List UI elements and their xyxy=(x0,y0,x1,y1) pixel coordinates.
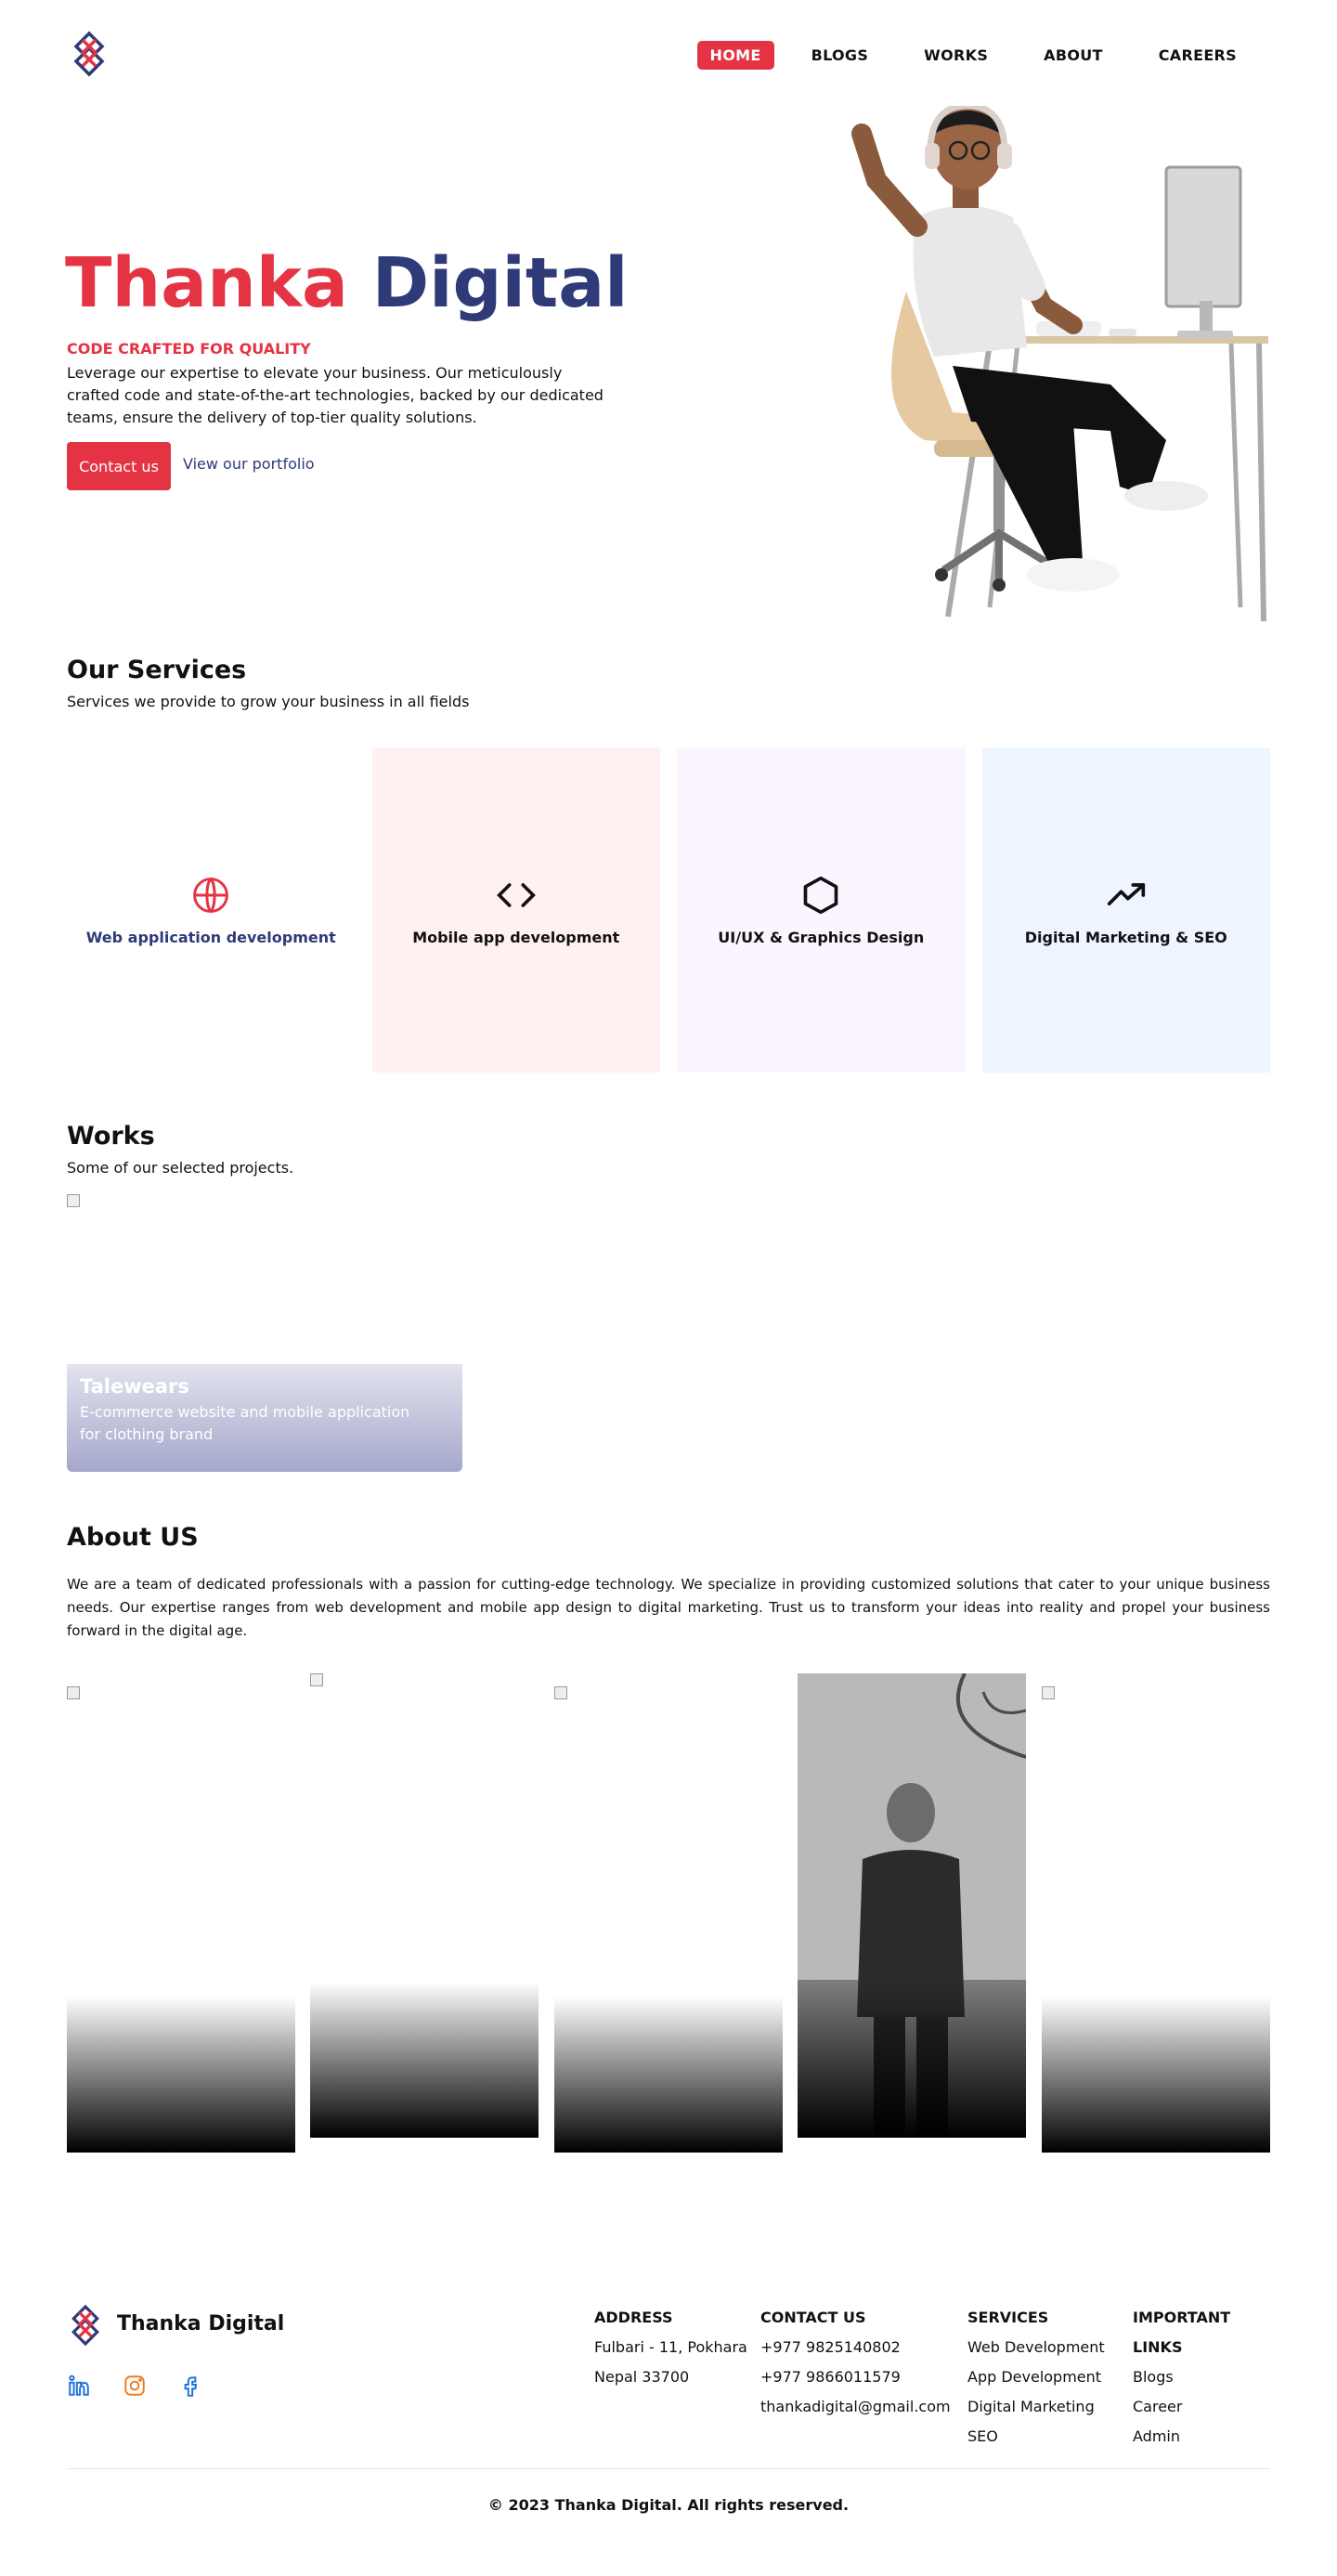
footer-services: SERVICES Web Development App Development… xyxy=(967,2303,1105,2452)
about-title: About US xyxy=(67,1523,199,1552)
contact-email[interactable]: thankadigital@gmail.com xyxy=(760,2392,951,2422)
thanka-logo-icon[interactable] xyxy=(69,30,110,78)
footer-link-career[interactable]: Career xyxy=(1133,2392,1270,2422)
nav-about[interactable]: ABOUT xyxy=(1025,41,1122,70)
footer-link-blogs[interactable]: Blogs xyxy=(1133,2362,1270,2392)
footer-heading: CONTACT US xyxy=(760,2309,866,2326)
footer-contact: CONTACT US +977 9825140802 +977 98660115… xyxy=(760,2303,951,2422)
view-portfolio-link[interactable]: View our portfolio xyxy=(183,455,315,473)
code-icon xyxy=(496,882,536,907)
trending-up-icon xyxy=(1107,882,1145,905)
service-label: Web application development xyxy=(85,928,336,946)
contact-us-button[interactable]: Contact us xyxy=(67,442,171,490)
address-line: Fulbari - 11, Pokhara xyxy=(594,2338,747,2356)
footer-address: ADDRESS Fulbari - 11, Pokhara Nepal 3370… xyxy=(594,2303,747,2392)
nav-works[interactable]: WORKS xyxy=(905,41,1006,70)
service-card-uiux[interactable]: UI/UX & Graphics Design xyxy=(677,748,966,1073)
instagram-icon[interactable] xyxy=(123,2374,147,2398)
service-card-marketing[interactable]: Digital Marketing & SEO xyxy=(981,748,1270,1073)
project-image xyxy=(67,1194,80,1207)
footer-links: IMPORTANT LINKS Blogs Career Admin xyxy=(1133,2303,1270,2452)
facebook-icon[interactable] xyxy=(178,2374,202,2398)
works-title: Works xyxy=(67,1122,155,1151)
service-card-web[interactable]: Web application development xyxy=(67,748,356,1073)
member-gradient xyxy=(1042,1997,1270,2153)
work-card-talewears[interactable]: Talewears E-commerce website and mobile … xyxy=(67,1194,462,1472)
hero-title: Thanka Digital xyxy=(65,243,629,323)
team-member-card[interactable] xyxy=(67,1686,295,2153)
member-photo xyxy=(310,1673,323,1686)
footer-link-admin[interactable]: Admin xyxy=(1133,2422,1270,2452)
service-label: Digital Marketing & SEO xyxy=(1024,928,1227,946)
footer-service-link[interactable]: App Development xyxy=(967,2362,1105,2392)
hero-title-digital: Digital xyxy=(371,243,629,323)
hero-title-thanka: Thanka xyxy=(65,243,348,323)
member-gradient xyxy=(67,1997,295,2153)
linkedin-icon[interactable] xyxy=(67,2374,91,2398)
works-subtitle: Some of our selected projects. xyxy=(67,1159,294,1177)
work-name: Talewears xyxy=(80,1375,189,1398)
footer-service-link[interactable]: Web Development xyxy=(967,2333,1105,2362)
hexagon-icon xyxy=(803,876,838,914)
work-description: E-commerce website and mobile applicatio… xyxy=(80,1403,410,1443)
footer-divider xyxy=(67,2468,1270,2469)
about-text: We are a team of dedicated professionals… xyxy=(67,1576,1270,1639)
service-card-mobile[interactable]: Mobile app development xyxy=(371,748,660,1073)
nav-blogs[interactable]: BLOGS xyxy=(793,41,888,70)
thanka-logo-icon[interactable] xyxy=(67,2303,104,2348)
services-grid: Web application development Mobile app d… xyxy=(67,748,1270,1073)
nav-home[interactable]: HOME xyxy=(696,41,774,70)
team-member-card[interactable] xyxy=(310,1673,539,2138)
contact-phone[interactable]: +977 9866011579 xyxy=(760,2362,951,2392)
team-member-card[interactable] xyxy=(1042,1686,1270,2153)
footer-service-link[interactable]: SEO xyxy=(967,2422,1105,2452)
nav-links: HOME BLOGS WORKS ABOUT CAREERS xyxy=(679,41,1255,70)
footer-service-link[interactable]: Digital Marketing xyxy=(967,2392,1105,2422)
work-overlay: Talewears E-commerce website and mobile … xyxy=(67,1364,462,1472)
team-gallery xyxy=(67,1673,1270,2156)
footer-heading: IMPORTANT LINKS xyxy=(1133,2309,1231,2356)
footer-heading: SERVICES xyxy=(967,2309,1049,2326)
service-label: UI/UX & Graphics Design xyxy=(718,928,925,946)
footer-brand: Thanka Digital xyxy=(117,2312,285,2335)
footer-heading: ADDRESS xyxy=(594,2309,673,2326)
service-label: Mobile app development xyxy=(412,928,620,946)
address-line: Nepal 33700 xyxy=(594,2368,690,2386)
nav-careers[interactable]: CAREERS xyxy=(1140,41,1255,70)
member-photo xyxy=(554,1686,567,1699)
hero-tagline: CODE CRAFTED FOR QUALITY xyxy=(67,340,311,358)
member-photo xyxy=(1042,1686,1055,1699)
member-gradient xyxy=(554,1997,783,2153)
member-gradient xyxy=(310,1982,539,2138)
team-member-card[interactable] xyxy=(554,1686,783,2153)
services-subtitle: Services we provide to grow your busines… xyxy=(67,693,470,710)
contact-phone[interactable]: +977 9825140802 xyxy=(760,2333,951,2362)
team-member-card[interactable] xyxy=(798,1673,1026,2138)
member-gradient xyxy=(798,1982,1026,2138)
hero-illustration xyxy=(851,106,1268,622)
member-photo xyxy=(67,1686,80,1699)
copyright: © 2023 Thanka Digital. All rights reserv… xyxy=(487,2496,850,2514)
services-title: Our Services xyxy=(67,656,247,684)
top-navbar: HOME BLOGS WORKS ABOUT CAREERS xyxy=(0,0,1337,110)
globe-icon xyxy=(193,877,229,913)
hero-description: Leverage our expertise to elevate your b… xyxy=(67,364,604,426)
